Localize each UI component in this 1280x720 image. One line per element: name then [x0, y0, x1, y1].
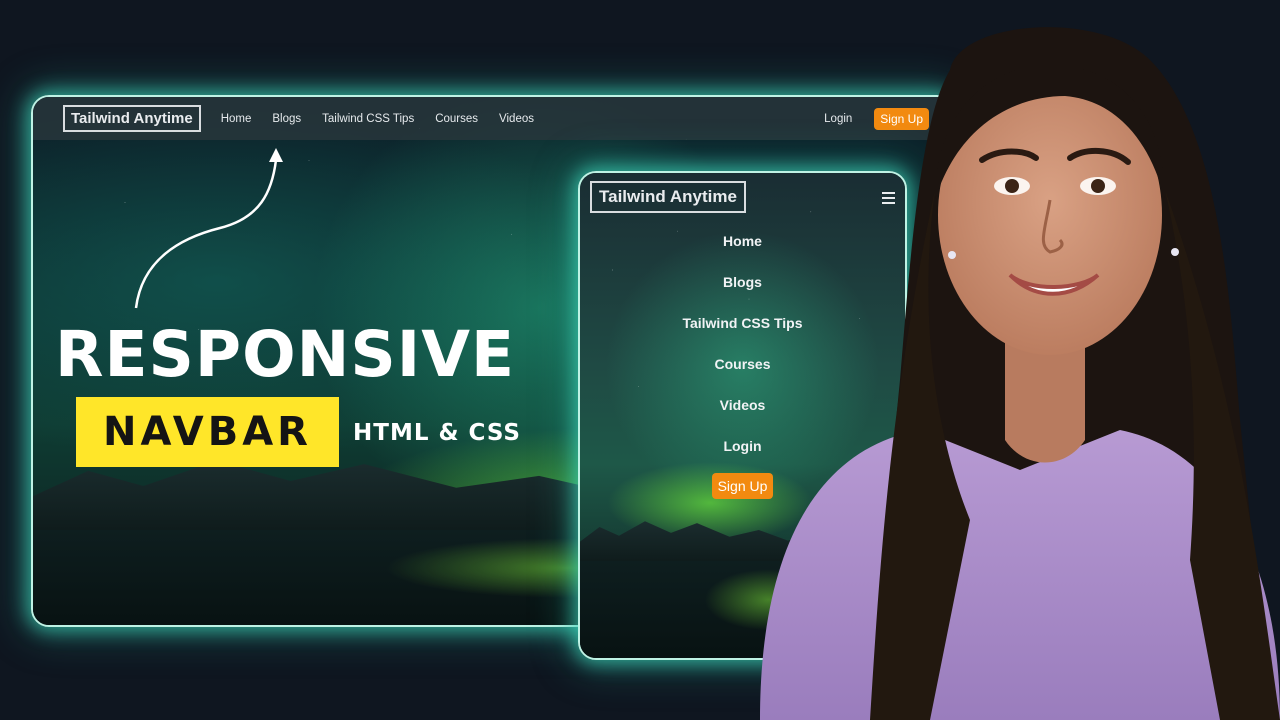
tech-label: HTML & CSS [353, 420, 521, 446]
nav-link-courses[interactable]: Courses [435, 113, 478, 125]
presenter-photo [760, 27, 1280, 720]
nav-link-blogs[interactable]: Blogs [272, 113, 301, 125]
curved-arrow-icon [134, 148, 283, 309]
nav-link-tailwind-css-tips[interactable]: Tailwind CSS Tips [322, 113, 414, 125]
desktop-nav-links: Home Blogs Tailwind CSS Tips Courses Vid… [221, 113, 555, 125]
headline-title: RESPONSIVE [55, 318, 515, 391]
desktop-logo[interactable]: Tailwind Anytime [63, 105, 201, 132]
navbar-badge: NAVBAR [76, 397, 339, 467]
nav-link-videos[interactable]: Videos [499, 113, 534, 125]
navbar-badge-label: NAVBAR [103, 409, 312, 455]
nav-link-home[interactable]: Home [221, 113, 252, 125]
